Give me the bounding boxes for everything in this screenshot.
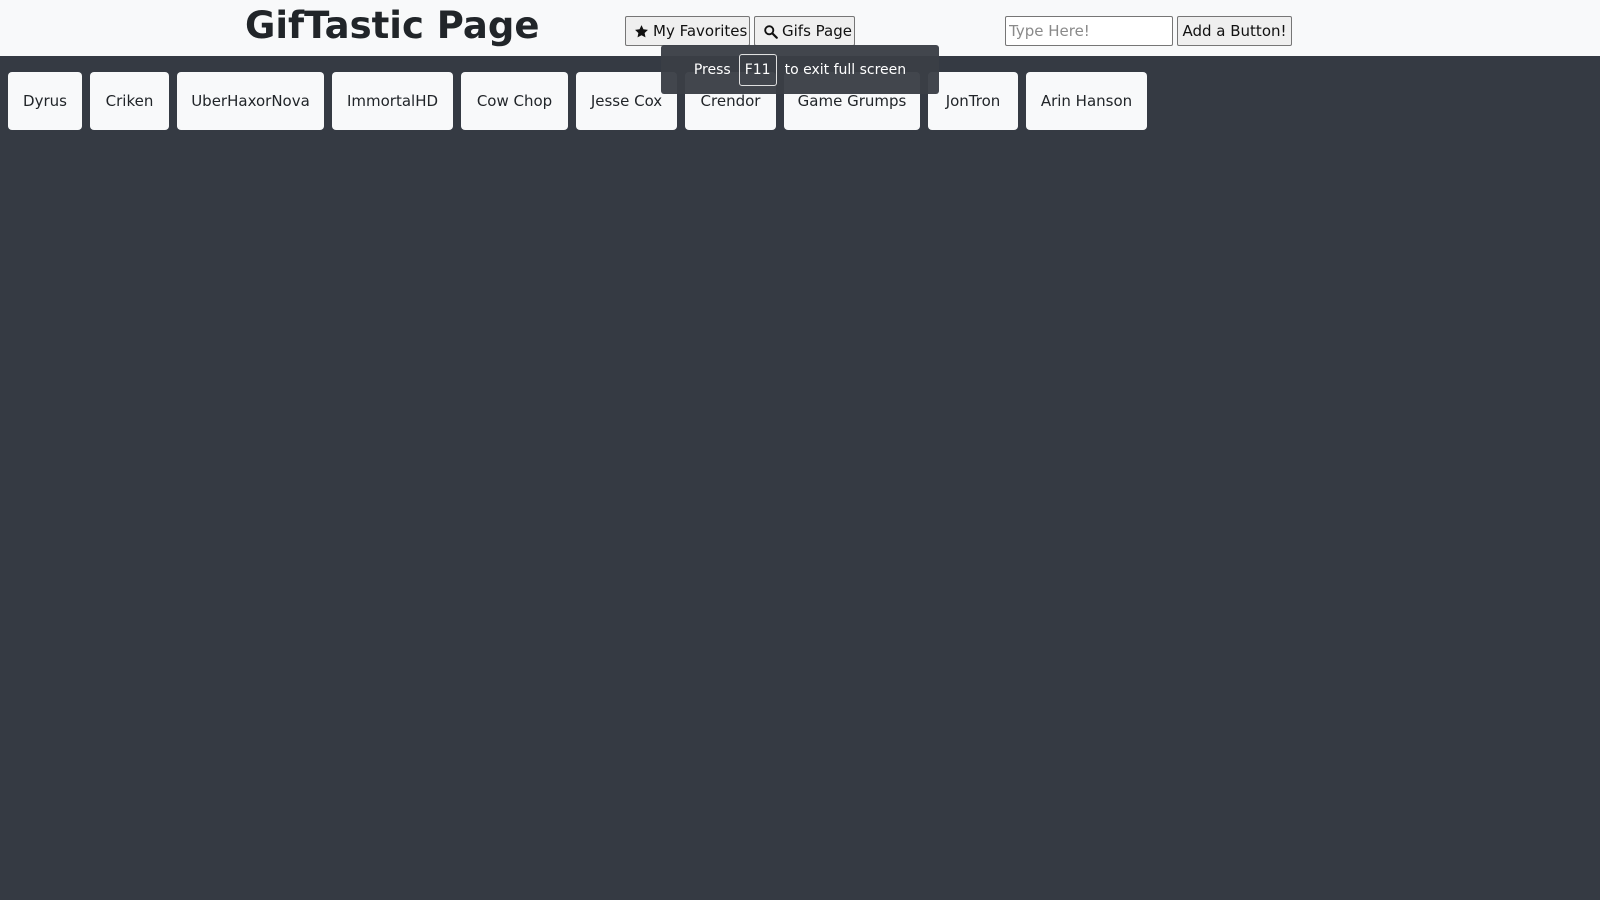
fullscreen-notice-prefix: Press	[693, 61, 731, 78]
add-button[interactable]: Add a Button!	[1177, 16, 1292, 46]
gifs-page-button[interactable]: Gifs Page	[754, 16, 855, 46]
my-favorites-button[interactable]: My Favorites	[625, 16, 750, 46]
page-title: GifTastic Page	[245, 4, 540, 47]
topic-button-jontron[interactable]: JonTron	[928, 72, 1018, 130]
fullscreen-key-badge: F11	[738, 53, 777, 86]
my-favorites-label: My Favorites	[653, 22, 748, 40]
topic-input[interactable]	[1005, 16, 1173, 46]
star-icon	[634, 23, 649, 39]
search-icon	[763, 23, 778, 39]
gifs-page-label: Gifs Page	[782, 22, 852, 40]
add-button-label: Add a Button!	[1182, 22, 1287, 40]
topic-button-immortalhd[interactable]: ImmortalHD	[332, 72, 453, 130]
fullscreen-notice-suffix: to exit full screen	[784, 61, 907, 78]
topic-button-dyrus[interactable]: Dyrus	[8, 72, 82, 130]
fullscreen-notice: Press F11 to exit full screen	[661, 45, 939, 94]
topic-button-uberhaxornova[interactable]: UberHaxorNova	[177, 72, 324, 130]
topic-button-cow-chop[interactable]: Cow Chop	[461, 72, 568, 130]
topic-button-arin-hanson[interactable]: Arin Hanson	[1026, 72, 1147, 130]
topic-button-criken[interactable]: Criken	[90, 72, 169, 130]
